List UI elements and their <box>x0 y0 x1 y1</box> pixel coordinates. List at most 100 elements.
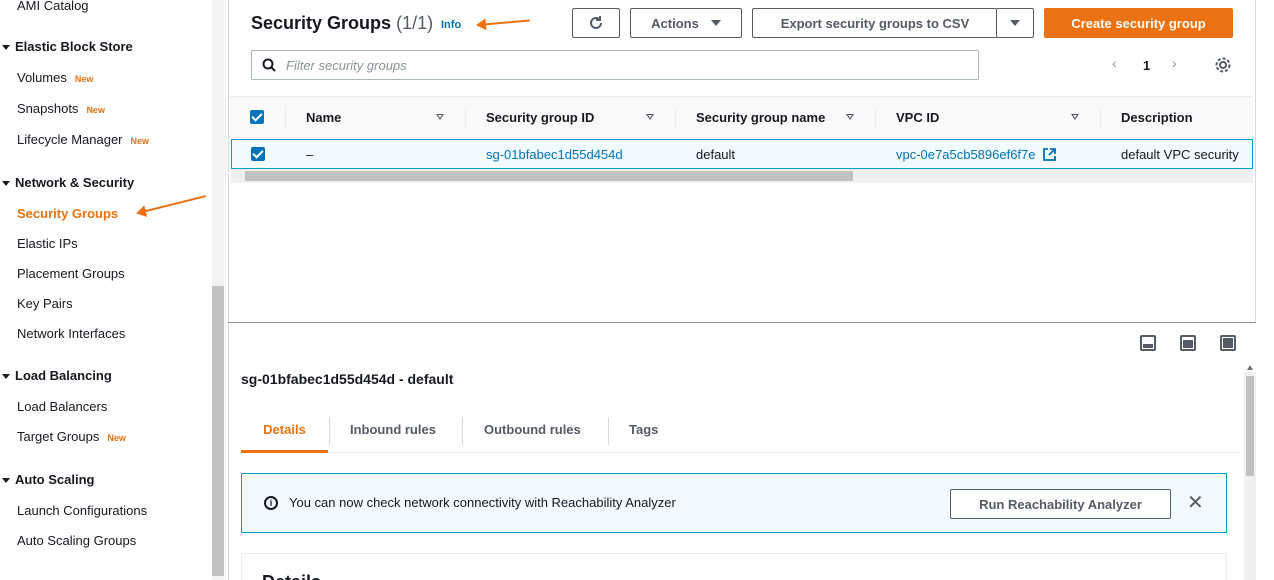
panel-split-icon[interactable] <box>1180 335 1196 351</box>
caret-down-icon <box>2 478 10 484</box>
sidebar-scrollbar[interactable] <box>212 0 224 580</box>
tab-tags[interactable]: Tags <box>629 415 658 453</box>
sidebar-item-label: Lifecycle Manager <box>17 132 123 147</box>
caret-down-icon <box>1010 20 1020 26</box>
section-title: Load Balancing <box>15 368 112 383</box>
sort-icon[interactable] <box>436 114 444 120</box>
sidebar-item-ami-catalog[interactable]: AMI Catalog <box>17 0 89 13</box>
sidebar-item-auto-scaling-groups[interactable]: Auto Scaling Groups <box>17 533 136 548</box>
cell-vpc-id[interactable]: vpc-0e7a5cb5896ef6f7e <box>896 147 1057 162</box>
create-security-group-button[interactable]: Create security group <box>1044 8 1233 38</box>
sidebar-item-load-balancers[interactable]: Load Balancers <box>17 399 107 414</box>
page-number[interactable]: 1 <box>1143 58 1150 73</box>
panel-full-icon[interactable] <box>1220 335 1236 351</box>
external-link-icon[interactable] <box>1043 148 1057 161</box>
search-input[interactable] <box>286 57 926 73</box>
new-badge: New <box>74 74 94 84</box>
new-badge: New <box>107 433 126 443</box>
details-vertical-scrollbar[interactable] <box>1244 365 1256 580</box>
scrollbar-thumb[interactable] <box>212 286 224 576</box>
search-bar[interactable] <box>251 50 979 80</box>
scrollbar-thumb[interactable] <box>1246 376 1254 476</box>
cell-sg-id[interactable]: sg-01bfabec1d55d454d <box>486 147 623 162</box>
new-badge: New <box>130 136 150 146</box>
column-divider <box>465 107 466 129</box>
sort-icon[interactable] <box>646 114 654 120</box>
column-header-description[interactable]: Description <box>1121 110 1193 125</box>
sidebar-section-load-balancing[interactable]: Load Balancing <box>2 368 112 383</box>
sidebar-item-volumes[interactable]: Volumes New <box>17 70 93 85</box>
section-title: Network & Security <box>15 175 135 190</box>
row-checkbox[interactable] <box>251 147 265 161</box>
scroll-up-icon[interactable] <box>1247 365 1253 370</box>
export-csv-button[interactable]: Export security groups to CSV <box>752 8 997 38</box>
gear-icon[interactable] <box>1214 56 1232 74</box>
tab-inbound-rules[interactable]: Inbound rules <box>350 415 436 453</box>
caret-down-icon <box>2 181 10 187</box>
new-badge: New <box>86 105 105 115</box>
cell-name: – <box>306 147 314 162</box>
tab-outbound-rules[interactable]: Outbound rules <box>484 415 581 453</box>
sidebar-nav: AMI Catalog Elastic Block Store Volumes N… <box>0 0 226 580</box>
security-groups-panel: Security Groups (1/1) Info Actions Expor… <box>228 0 1256 322</box>
sidebar-item-network-interfaces[interactable]: Network Interfaces <box>17 326 125 341</box>
info-link[interactable]: Info <box>441 19 461 31</box>
column-divider <box>285 107 286 129</box>
sidebar-item-placement-groups[interactable]: Placement Groups <box>17 266 125 281</box>
column-header-sg-name[interactable]: Security group name <box>696 110 825 125</box>
caret-down-icon <box>2 374 10 380</box>
column-header-sg-id[interactable]: Security group ID <box>486 110 594 125</box>
column-divider <box>1100 107 1101 129</box>
refresh-button[interactable] <box>572 8 620 38</box>
tab-details[interactable]: Details <box>241 415 328 453</box>
section-title: Auto Scaling <box>15 472 95 487</box>
column-header-name[interactable]: Name <box>306 110 341 125</box>
panel-bottom-icon[interactable] <box>1140 335 1156 351</box>
tab-divider <box>462 417 463 445</box>
info-alert: i You can now check network connectivity… <box>241 473 1227 533</box>
title-count: (1/1) <box>396 13 434 33</box>
sidebar-item-label: Snapshots <box>17 101 79 116</box>
details-card: Details <box>241 553 1227 580</box>
section-title: Elastic Block Store <box>15 39 133 54</box>
tab-divider <box>329 417 330 445</box>
details-panel: sg-01bfabec1d55d454d - default Details I… <box>228 323 1256 580</box>
run-reachability-analyzer-button[interactable]: Run Reachability Analyzer <box>950 489 1171 519</box>
prev-page-icon[interactable]: ‹ <box>1112 55 1117 71</box>
column-divider <box>875 107 876 129</box>
sidebar-item-lifecycle-manager[interactable]: Lifecycle Manager New <box>17 132 149 147</box>
sidebar-item-snapshots[interactable]: Snapshots New <box>17 101 105 116</box>
sidebar-item-launch-configurations[interactable]: Launch Configurations <box>17 503 147 518</box>
sidebar-item-elastic-ips[interactable]: Elastic IPs <box>17 236 78 251</box>
sidebar-item-target-groups[interactable]: Target Groups New <box>17 429 126 444</box>
sidebar-item-security-groups[interactable]: Security Groups <box>17 206 118 221</box>
column-header-vpc-id[interactable]: VPC ID <box>896 110 939 125</box>
sidebar-item-key-pairs[interactable]: Key Pairs <box>17 296 73 311</box>
sort-icon[interactable] <box>1071 114 1079 120</box>
table-horizontal-scrollbar[interactable] <box>231 169 1253 183</box>
table-header: Name Security group ID Security group na… <box>229 96 1253 138</box>
vpc-link-text[interactable]: vpc-0e7a5cb5896ef6f7e <box>896 147 1036 162</box>
next-page-icon[interactable]: › <box>1172 55 1177 71</box>
caret-down-icon <box>2 45 10 51</box>
select-all-checkbox[interactable] <box>250 110 264 124</box>
search-icon <box>262 58 276 72</box>
button-label: Actions <box>651 15 699 31</box>
table-row[interactable]: – sg-01bfabec1d55d454d default vpc-0e7a5… <box>231 139 1253 169</box>
sidebar-section-auto-scaling[interactable]: Auto Scaling <box>2 472 94 487</box>
sort-icon[interactable] <box>846 114 854 120</box>
card-title: Details <box>262 572 321 580</box>
scrollbar-thumb[interactable] <box>245 171 853 181</box>
column-divider <box>675 107 676 129</box>
sidebar-section-network-security[interactable]: Network & Security <box>2 175 134 190</box>
actions-button[interactable]: Actions <box>630 8 742 38</box>
close-icon[interactable]: ✕ <box>1187 493 1204 513</box>
refresh-icon <box>590 16 602 29</box>
title-text: Security Groups <box>251 13 392 33</box>
page-title: Security Groups (1/1) <box>251 13 433 34</box>
export-dropdown-button[interactable] <box>996 8 1034 38</box>
details-tabs: Details Inbound rules Outbound rules Tag… <box>241 405 1239 453</box>
caret-down-icon <box>710 20 721 26</box>
details-title: sg-01bfabec1d55d454d - default <box>241 371 454 387</box>
sidebar-section-ebs[interactable]: Elastic Block Store <box>2 39 133 54</box>
